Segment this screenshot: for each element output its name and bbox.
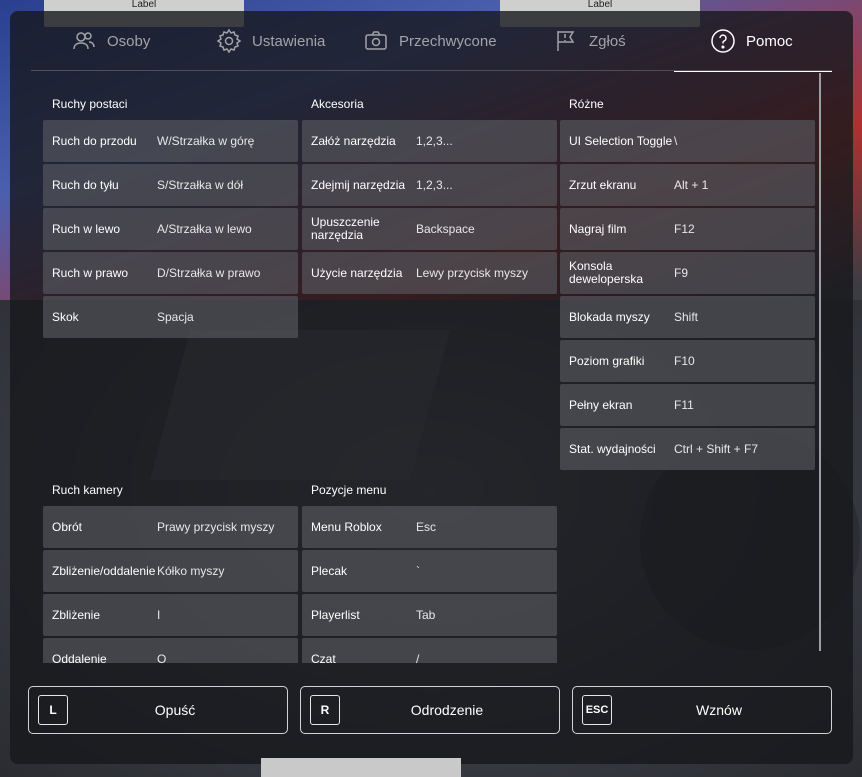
keybind-row: Obrót Prawy przycisk myszy — [43, 506, 298, 548]
keybind-row: Załóż narzędzia 1,2,3... — [302, 120, 557, 162]
question-icon — [711, 29, 735, 53]
tab-label: Pomoc — [746, 32, 793, 50]
keybind-row: Zdejmij narzędzia 1,2,3... — [302, 164, 557, 206]
section-title-camera: Ruch kamery — [52, 483, 123, 497]
tab-players[interactable]: Osoby — [71, 11, 150, 71]
keyboard-key-hint: L — [38, 695, 68, 725]
keyboard-key-hint: R — [310, 695, 340, 725]
flag-icon — [557, 31, 575, 51]
respawn-button[interactable]: R Odrodzenie — [300, 686, 560, 734]
bottom-overlay-bar — [261, 758, 461, 777]
keybind-row: Zbliżenie/oddalenie Kółko myszy — [43, 550, 298, 592]
keybind-row: Użycie narzędzia Lewy przycisk myszy — [302, 252, 557, 294]
keybind-row: Konsola deweloperska F9 — [560, 252, 815, 294]
tab-label: Zgłoś — [589, 32, 626, 50]
keybind-row: Blokada myszy Shift — [560, 296, 815, 338]
tab-settings[interactable]: Ustawienia — [216, 11, 325, 71]
keybind-row: Nagraj film F12 — [560, 208, 815, 250]
tab-label: Osoby — [107, 32, 151, 50]
leave-button[interactable]: L Opuść — [28, 686, 288, 734]
keybind-row: Ruch do tyłu S/Strzałka w dół — [43, 164, 298, 206]
section-title-menu: Pozycje menu — [311, 483, 387, 497]
keybind-row: Ruch w lewo A/Strzałka w lewo — [43, 208, 298, 250]
settings-menu-panel: Osoby Ustawienia Przechwycone Zgłoś Pomo… — [10, 11, 853, 764]
keybind-row: Oddalenie O — [43, 638, 298, 663]
keybind-row: Plecak ` — [302, 550, 557, 592]
keyboard-key-hint: ESC — [582, 695, 612, 725]
section-title-movement: Ruchy postaci — [52, 97, 128, 111]
tab-captures[interactable]: Przechwycone — [363, 11, 497, 71]
keybind-row: Ruch w prawo D/Strzałka w prawo — [43, 252, 298, 294]
scrollbar[interactable] — [819, 73, 821, 651]
tab-label: Ustawienia — [252, 32, 326, 50]
keybind-row: Upuszczenie narzędzia Backspace — [302, 208, 557, 250]
tab-bar: Osoby Ustawienia Przechwycone Zgłoś Pomo… — [31, 11, 832, 72]
tab-label: Przechwycone — [399, 32, 497, 50]
keybind-row: Zrzut ekranu Alt + 1 — [560, 164, 815, 206]
bottom-button-bar: L Opuść R Odrodzenie ESC Wznów — [28, 686, 834, 736]
tab-divider — [31, 70, 832, 71]
keybind-row: Poziom grafiki F10 — [560, 340, 815, 382]
keybind-row: UI Selection Toggle \ — [560, 120, 815, 162]
resume-button[interactable]: ESC Wznów — [572, 686, 832, 734]
keybind-row: Zbliżenie I — [43, 594, 298, 636]
tab-report[interactable]: Zgłoś — [553, 11, 626, 71]
keybind-row: Playerlist Tab — [302, 594, 557, 636]
keybind-row: Stat. wydajności Ctrl + Shift + F7 — [560, 428, 815, 470]
keybind-row: Menu Roblox Esc — [302, 506, 557, 548]
section-title-misc: Różne — [569, 97, 604, 111]
people-icon — [73, 32, 95, 50]
section-title-accessories: Akcesoria — [311, 97, 364, 111]
keybind-row: Skok Spacja — [43, 296, 298, 338]
help-content[interactable]: Ruchy postaci Ruch do przodu W/Strzałka w… — [43, 83, 825, 663]
gear-icon — [216, 28, 242, 54]
tab-help[interactable]: Pomoc — [674, 11, 832, 72]
keybind-row: Czat / — [302, 638, 557, 663]
keybind-row: Ruch do przodu W/Strzałka w górę — [43, 120, 298, 162]
keybind-row: Pełny ekran F11 — [560, 384, 815, 426]
camera-icon — [365, 31, 387, 50]
